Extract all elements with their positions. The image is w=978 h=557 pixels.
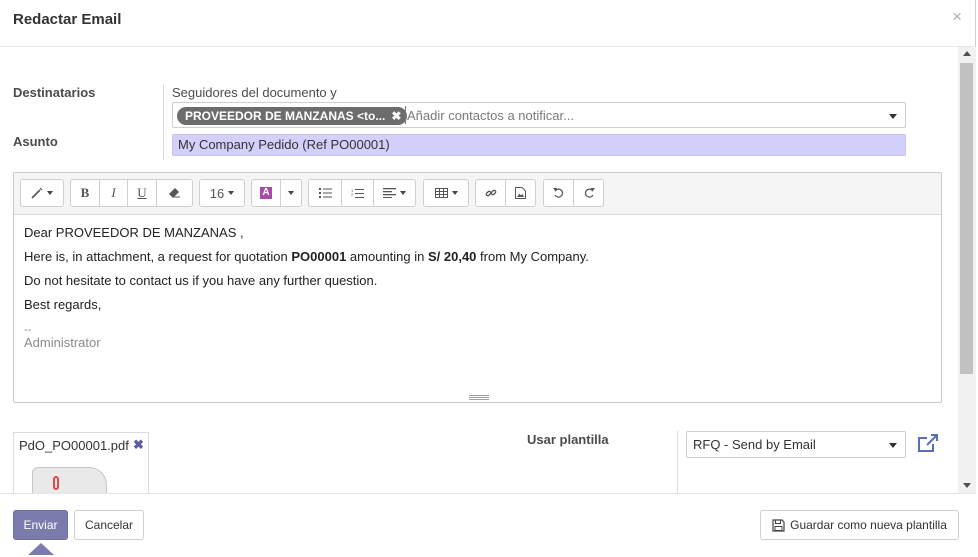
undo-icon [552,188,563,198]
subject-input[interactable]: My Company Pedido (Ref PO00001) [172,134,906,156]
recipients-label: Destinatarios [13,85,96,100]
rfq-reference: PO00001 [291,249,347,264]
template-selected-value: RFQ - Send by Email [693,437,816,452]
close-icon[interactable]: × [952,7,962,27]
subject-label: Asunto [13,134,58,149]
unordered-list-button[interactable] [308,179,342,207]
scroll-up-icon[interactable] [963,51,971,56]
link-icon [485,189,496,197]
field-divider [163,84,164,160]
save-as-template-button[interactable]: Guardar como nueva plantilla [760,510,959,540]
redo-button[interactable] [573,179,604,207]
chevron-down-icon [889,443,897,448]
pdf-file-icon [32,467,107,493]
magic-wand-icon [31,187,43,199]
eraser-button[interactable] [156,179,193,207]
undo-button[interactable] [543,179,574,207]
font-size-value: 16 [209,185,225,201]
dialog-title: Redactar Email [13,11,122,28]
attachment-card: PdO_PO00001.pdf ✖ [13,432,149,493]
field-divider [677,431,678,493]
link-button[interactable] [475,179,506,207]
dialog-footer: Enviar Cancelar Guardar como nueva plant… [0,493,976,557]
remove-attachment-icon[interactable]: ✖ [133,437,144,453]
body-paragraph-2: Do not hesitate to contact us if you hav… [24,273,378,288]
body-paragraph: Here is, in attachment, a request for qu… [24,249,589,264]
dialog-body: Destinatarios Asunto Seguidores del docu… [0,47,958,493]
unordered-list-icon [318,188,332,198]
chevron-down-icon[interactable] [889,114,897,119]
ordered-list-button[interactable]: 12 [341,179,374,207]
cancel-button[interactable]: Cancelar [74,510,144,540]
style-button[interactable] [20,179,64,207]
external-link-icon[interactable] [917,433,939,453]
save-as-template-label: Guardar como nueva plantilla [790,518,947,532]
dialog-header: Redactar Email × [0,0,976,47]
followers-text: Seguidores del documento y [172,85,337,100]
svg-text:2: 2 [351,192,354,197]
email-body-editor: B I U 16 A 12 Dear PROVEEDOR DE MANZANAS… [13,172,942,403]
align-left-icon [383,188,396,198]
recipient-tag-label: PROVEEDOR DE MANZANAS <to... [185,109,386,123]
image-icon [515,187,526,199]
image-button[interactable] [505,179,536,207]
bold-button[interactable]: B [70,179,100,207]
save-icon [772,518,785,532]
signature-name: Administrator [24,335,101,350]
text-color-button[interactable]: A [251,179,281,207]
table-button[interactable] [423,179,469,207]
tour-pointer [28,543,54,555]
scrollbar-thumb[interactable] [960,63,973,374]
underline-button[interactable]: U [127,179,157,207]
signature-separator: -- [24,324,32,336]
remove-recipient-icon[interactable]: ✖ [391,109,401,123]
paragraph-align-button[interactable] [373,179,416,207]
template-label: Usar plantilla [527,432,609,447]
email-body-content[interactable]: Dear PROVEEDOR DE MANZANAS , Here is, in… [14,215,941,395]
text-color-icon: A [260,187,272,199]
editor-toolbar: B I U 16 A 12 [14,173,941,215]
rfq-amount: S/ 20,40 [427,249,477,264]
editor-resize-handle[interactable] [469,395,489,401]
table-icon [434,188,448,198]
italic-button[interactable]: I [99,179,128,207]
attachment-filename[interactable]: PdO_PO00001.pdf [19,438,129,453]
color-dropdown-button[interactable] [280,179,302,207]
scroll-down-icon[interactable] [963,483,971,488]
ordered-list-icon: 12 [351,188,364,198]
eraser-icon [169,188,180,198]
recipients-field[interactable]: PROVEEDOR DE MANZANAS <to... ✖ [172,102,906,128]
send-button[interactable]: Enviar [13,510,68,540]
recipients-input[interactable] [405,106,875,124]
closing-text: Best regards, [24,297,102,312]
greeting-text: Dear PROVEEDOR DE MANZANAS , [24,225,244,240]
compose-email-dialog: Redactar Email × Destinatarios Asunto Se… [0,0,976,557]
template-select[interactable]: RFQ - Send by Email [686,431,906,458]
recipient-tag: PROVEEDOR DE MANZANAS <to... ✖ [177,107,408,125]
font-size-dropdown[interactable]: 16 [199,179,245,207]
dialog-scrollbar[interactable] [958,47,976,493]
redo-icon [584,188,595,198]
